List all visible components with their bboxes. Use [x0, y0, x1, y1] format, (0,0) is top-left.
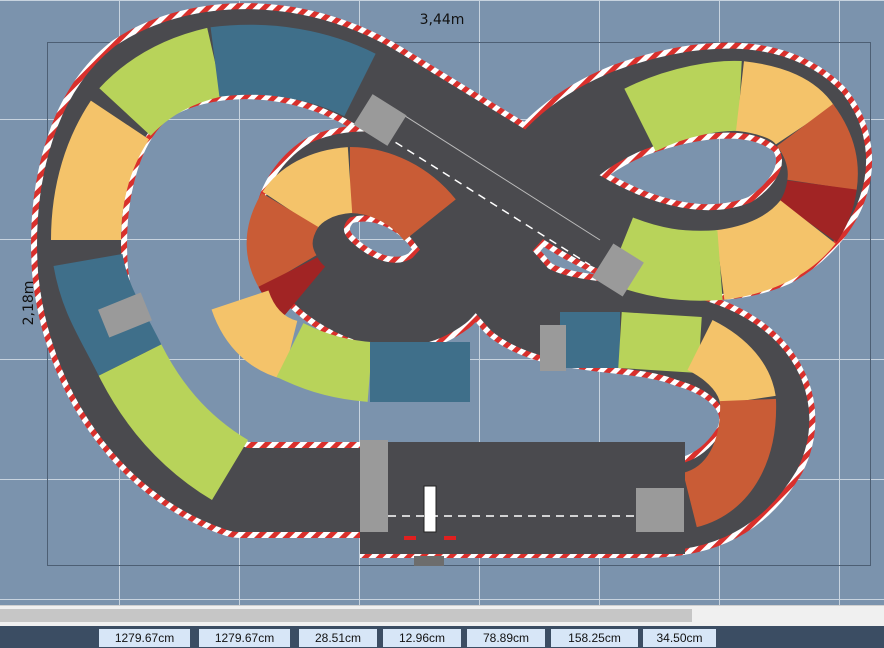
grey-connector-piece[interactable]	[636, 488, 684, 532]
grey-connector-piece[interactable]	[540, 325, 566, 371]
grey-connector-piece[interactable]	[360, 440, 388, 532]
status-value: 28.51cm	[299, 629, 377, 647]
curve-segment-yellow[interactable]	[51, 100, 150, 241]
status-total-length: 1279.67cm	[99, 629, 190, 647]
horizontal-scrollbar[interactable]	[0, 605, 884, 626]
status-value: 78.89cm	[467, 629, 545, 647]
curve-segment-green[interactable]	[276, 322, 373, 402]
start-light-red	[404, 536, 416, 540]
scrollbar-thumb[interactable]	[0, 609, 692, 622]
curve-segment-orange[interactable]	[246, 193, 320, 289]
status-value: 12.96cm	[383, 629, 461, 647]
status-bar: 1279.67cm 1279.67cm 28.51cm 12.96cm 78.8…	[0, 626, 884, 648]
curve-segment-yellow[interactable]	[714, 199, 836, 300]
curve-segment-red[interactable]	[258, 256, 326, 318]
curve-segment-green[interactable]	[618, 312, 702, 373]
curve-segment-yellow[interactable]	[262, 147, 354, 230]
status-value: 158.25cm	[551, 629, 638, 647]
start-light-red	[444, 536, 456, 540]
status-lane-length: 1279.67cm	[199, 629, 290, 647]
track-canvas[interactable]: 3,44m 2,18m	[0, 0, 884, 605]
curve-segment-orange[interactable]	[776, 104, 858, 191]
status-value: 34.50cm	[643, 629, 716, 647]
slot-car-track[interactable]	[0, 0, 884, 605]
curve-segment-green[interactable]	[624, 60, 742, 152]
curve-segment-orange[interactable]	[348, 147, 456, 242]
start-grid-marker[interactable]	[423, 485, 437, 533]
curve-segment-yellow[interactable]	[735, 61, 835, 147]
power-base[interactable]	[414, 556, 444, 566]
curve-segment-red[interactable]	[778, 179, 857, 243]
curve-segment-blue[interactable]	[210, 24, 376, 117]
